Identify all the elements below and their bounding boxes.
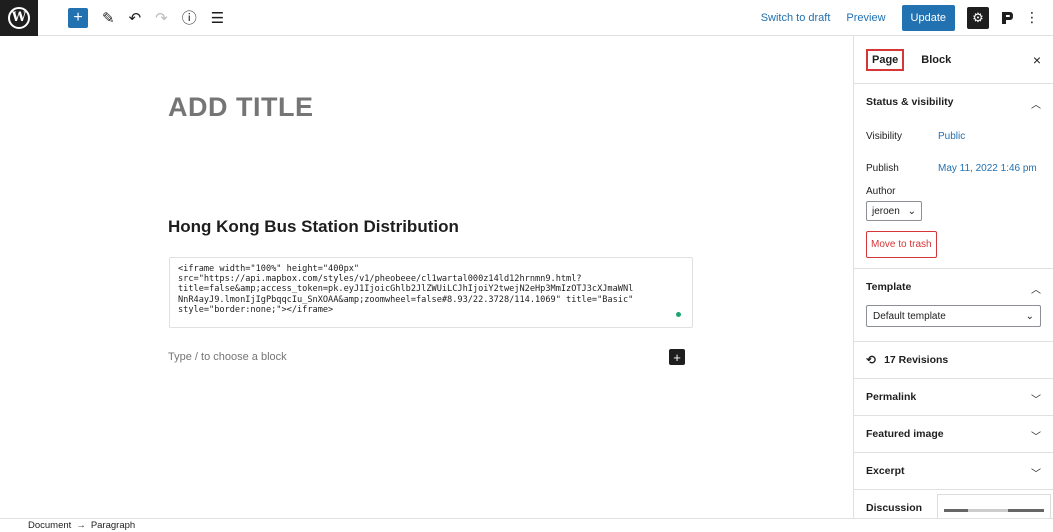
inline-inserter-button[interactable]: +	[669, 349, 685, 365]
breadcrumb-paragraph[interactable]: Paragraph	[91, 520, 135, 531]
panel-title: Excerpt	[866, 465, 905, 477]
custom-html-block[interactable]: <iframe width="100%" height="400px" src=…	[169, 257, 693, 328]
breadcrumb-document[interactable]: Document	[28, 520, 71, 531]
chevron-down-icon: ⌄	[1025, 310, 1034, 322]
close-icon[interactable]: ×	[1033, 52, 1041, 68]
block-placeholder[interactable]: Type / to choose a block	[168, 351, 287, 363]
switch-to-draft-button[interactable]: Switch to draft	[761, 12, 831, 24]
thumbnail-highlight	[968, 509, 1008, 512]
add-block-button[interactable]: +	[68, 7, 88, 28]
info-icon[interactable]: ⓘ	[182, 7, 197, 28]
featured-image-toggle[interactable]: Featured image	[854, 416, 1053, 452]
status-visibility-panel: Status & visibility ︿ Visibility Public …	[854, 84, 1053, 269]
plugin-logo-icon	[1002, 11, 1013, 24]
visibility-value[interactable]: Public	[938, 131, 965, 142]
wordpress-logo-button[interactable]: W	[0, 0, 38, 36]
status-visibility-toggle[interactable]: Status & visibility	[854, 84, 1053, 120]
panel-title: Permalink	[866, 391, 917, 403]
block-breadcrumb: Document → Paragraph	[0, 518, 1053, 532]
chevron-down-icon: ⌄	[907, 205, 916, 217]
chevron-down-icon[interactable]: ﹀	[1031, 391, 1041, 406]
publish-label: Publish	[866, 162, 899, 174]
revisions-label: 17 Revisions	[884, 354, 949, 366]
tab-page[interactable]: Page	[866, 48, 905, 71]
tab-block[interactable]: Block	[918, 50, 954, 70]
panel-title: Discussion	[866, 502, 923, 514]
panel-title: Featured image	[866, 428, 944, 440]
undo-icon[interactable]: ↶	[129, 9, 142, 27]
update-button[interactable]: Update	[901, 4, 955, 31]
visibility-row: Visibility Public	[854, 120, 1053, 152]
template-toggle[interactable]: Template	[854, 269, 1053, 305]
publish-row: Publish May 11, 2022 1:46 pm	[854, 152, 1053, 184]
more-options-icon[interactable]: ⋮	[1025, 9, 1039, 26]
template-value: Default template	[873, 310, 946, 322]
settings-sidebar: Page Block × Status & visibility ︿ Visib…	[853, 36, 1053, 518]
sidebar-tabs: Page Block ×	[854, 36, 1053, 84]
wordpress-logo-icon: W	[8, 6, 30, 29]
template-panel: Template ︿ Default template ⌄	[854, 269, 1053, 342]
panel-title: Template	[866, 281, 912, 293]
chevron-up-icon[interactable]: ︿	[1031, 281, 1041, 296]
move-to-trash-button[interactable]: Move to trash	[866, 231, 937, 258]
revisions-panel: ⟲ 17 Revisions	[854, 342, 1053, 379]
chevron-up-icon[interactable]: ︿	[1031, 96, 1041, 111]
toolbar-actions: Switch to draft Preview Update ⚙ ⋮	[761, 0, 1053, 36]
plugin-icon[interactable]	[997, 8, 1017, 28]
author-value: jeroen	[872, 205, 900, 217]
history-icon: ⟲	[866, 353, 877, 367]
top-toolbar: W + ✎ ↶ ↷ ⓘ ☰ Switch to draft Preview Up…	[0, 0, 1053, 36]
edit-tool-icon[interactable]: ✎	[102, 9, 115, 27]
excerpt-toggle[interactable]: Excerpt	[854, 453, 1053, 489]
preview-button[interactable]: Preview	[846, 12, 885, 24]
excerpt-panel: Excerpt ﹀	[854, 453, 1053, 490]
status-dot-icon	[676, 312, 681, 317]
permalink-toggle[interactable]: Permalink	[854, 379, 1053, 415]
settings-gear-icon[interactable]: ⚙	[967, 6, 989, 29]
post-title[interactable]: ADD TITLE	[168, 92, 314, 123]
visibility-label: Visibility	[866, 130, 902, 142]
author-select[interactable]: jeroen ⌄	[866, 201, 922, 221]
editor-canvas: ADD TITLE Hong Kong Bus Station Distribu…	[0, 36, 853, 518]
permalink-panel: Permalink ﹀	[854, 379, 1053, 416]
publish-date-value[interactable]: May 11, 2022 1:46 pm	[938, 163, 1037, 174]
panel-title: Status & visibility	[866, 96, 954, 108]
featured-image-panel: Featured image ﹀	[854, 416, 1053, 453]
breadcrumb-arrow-icon: →	[76, 520, 86, 531]
author-label: Author	[866, 186, 896, 197]
revisions-link[interactable]: ⟲ 17 Revisions	[854, 342, 1053, 378]
list-view-icon[interactable]: ☰	[211, 9, 224, 27]
template-select[interactable]: Default template ⌄	[866, 305, 1041, 327]
chevron-down-icon[interactable]: ﹀	[1031, 465, 1041, 480]
redo-icon[interactable]: ↷	[155, 9, 168, 27]
chevron-down-icon[interactable]: ﹀	[1031, 428, 1041, 443]
heading-block[interactable]: Hong Kong Bus Station Distribution	[168, 217, 459, 237]
